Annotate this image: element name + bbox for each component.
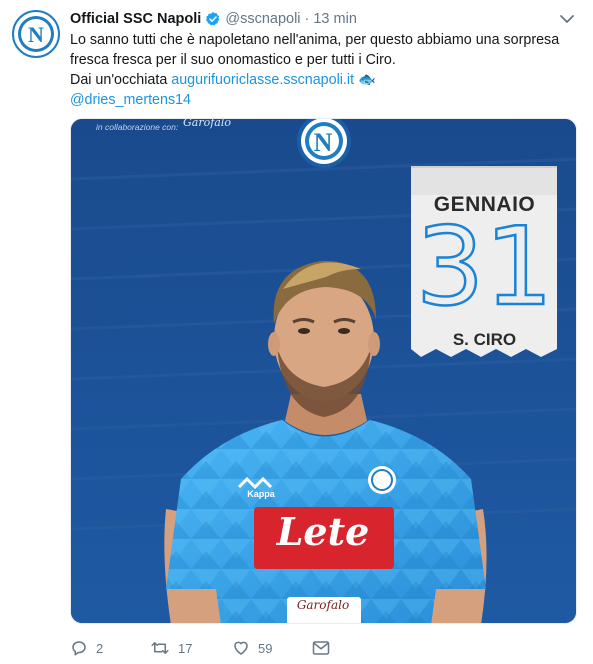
avatar[interactable]: N bbox=[12, 10, 60, 58]
tweet-header: Official SSC Napoli @sscnapoli · 13 min bbox=[70, 9, 357, 29]
separator-dot: · bbox=[304, 11, 310, 27]
message-button[interactable] bbox=[312, 636, 330, 660]
tweet-text: Lo sanno tutti che è napoletano nell'ani… bbox=[70, 30, 580, 110]
napoli-logo-icon: N bbox=[15, 13, 57, 55]
reply-icon bbox=[72, 641, 86, 656]
verified-badge-icon bbox=[206, 12, 220, 26]
calendar-saint: S. CIRO bbox=[452, 330, 517, 349]
retweet-icon bbox=[151, 642, 169, 654]
like-button[interactable]: 59 bbox=[232, 636, 272, 660]
reply-button[interactable]: 2 bbox=[70, 636, 103, 660]
napoli-badge-letter: N bbox=[313, 128, 333, 157]
jersey-sponsor: Lete bbox=[276, 509, 370, 554]
collab-brand-logo: Garofalo bbox=[183, 116, 231, 129]
like-icon bbox=[234, 641, 248, 655]
calendar-day: 31 bbox=[415, 205, 555, 330]
retweet-count: 17 bbox=[178, 640, 193, 656]
reply-count: 2 bbox=[96, 640, 104, 656]
tweet-actions: 2 17 59 bbox=[70, 636, 530, 660]
like-count: 59 bbox=[258, 640, 273, 656]
avatar-letter: N bbox=[28, 22, 44, 47]
display-name[interactable]: Official SSC Napoli bbox=[70, 11, 201, 27]
fish-emoji: 🐟 bbox=[358, 72, 376, 88]
retweet-button[interactable]: 17 bbox=[150, 636, 192, 660]
timestamp[interactable]: 13 min bbox=[313, 11, 357, 27]
jersey-brand: Kappa bbox=[247, 489, 275, 499]
mention-link[interactable]: @dries_mertens14 bbox=[70, 90, 580, 110]
handle[interactable]: @sscnapoli bbox=[225, 11, 300, 27]
chevron-down-icon[interactable] bbox=[559, 12, 575, 26]
tweet-text-line-3: Dai un'occhiata augurifuoriclasse.sscnap… bbox=[70, 70, 580, 90]
collab-text: in collaborazione con: bbox=[96, 122, 179, 132]
tweet-link[interactable]: augurifuoriclasse.sscnapoli.it bbox=[171, 72, 354, 88]
tweet-card[interactable]: N Official SSC Napoli @sscnapoli · 13 mi… bbox=[0, 0, 593, 664]
tweet-text-line-1: Lo sanno tutti che è napoletano nell'ani… bbox=[70, 32, 560, 48]
shorts-brand: Garofalo bbox=[296, 598, 350, 612]
link-prefix: Dai un'occhiata bbox=[70, 72, 172, 88]
tweet-text-line-2: fresca fresca per il suo onomastico e pe… bbox=[70, 52, 396, 68]
message-icon bbox=[312, 641, 330, 655]
